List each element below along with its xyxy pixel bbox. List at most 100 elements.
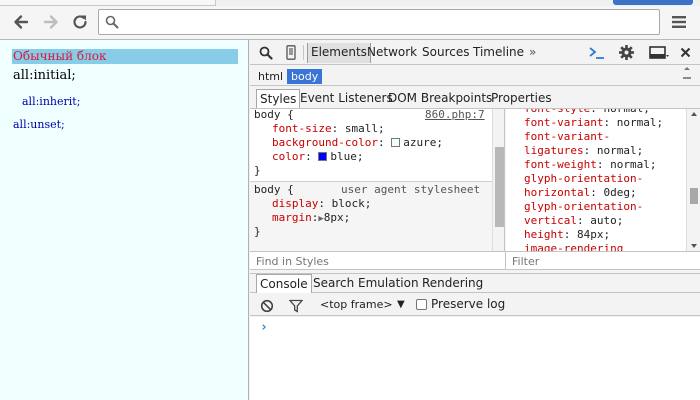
reload-button[interactable] [67, 9, 93, 35]
color-swatch[interactable] [391, 138, 401, 147]
search-icon [105, 15, 119, 32]
toolbar-separator [303, 45, 304, 60]
tab-styles[interactable]: Styles [256, 89, 301, 108]
back-button[interactable] [8, 9, 34, 35]
property-name: display [272, 197, 319, 210]
console-prompt-icon: › [260, 320, 268, 335]
tab-event-listeners[interactable]: Event Listeners [297, 89, 396, 108]
styles-scrollbar[interactable] [492, 109, 504, 251]
computed-property[interactable]: font-variant- [524, 130, 610, 144]
property-name: margin [272, 211, 312, 224]
forward-button[interactable] [38, 9, 64, 35]
frame-select[interactable]: <top frame> [320, 297, 393, 312]
tab-sources[interactable]: Sources [419, 43, 472, 63]
breadcrumb: html body [250, 66, 700, 86]
chevron-down-icon[interactable]: ▼ [397, 297, 405, 312]
scrollbar-thumb[interactable] [690, 188, 698, 204]
computed-property[interactable]: image-rendering [524, 242, 623, 251]
console-toolbar: <top frame> ▼ Preserve log [250, 294, 700, 316]
computed-property[interactable]: glyph-orientation- [524, 172, 643, 186]
device-mode-icon[interactable] [285, 44, 297, 61]
property-name: background-color [272, 136, 378, 149]
computed-property[interactable]: horizontal: 0deg; [524, 186, 637, 200]
computed-property[interactable]: height: 84px; [524, 228, 610, 242]
scroll-indicator-icon [683, 66, 691, 80]
gear-icon[interactable] [617, 44, 635, 61]
tab-network[interactable]: Network [364, 43, 420, 63]
property-value: normal; [616, 116, 664, 129]
property-value: 8px; [323, 211, 351, 224]
tab-dom-breakpoints[interactable]: DOM Breakpoints [385, 89, 495, 108]
console-drawer-icon[interactable] [587, 44, 607, 61]
property-value: 0deg; [603, 186, 637, 199]
address-bar[interactable] [98, 9, 660, 35]
tab-elements[interactable]: Elements [307, 43, 371, 63]
tab-properties[interactable]: Properties [488, 89, 555, 108]
computed-scrollbar[interactable] [686, 109, 700, 251]
filter-funnel-icon[interactable] [288, 297, 304, 314]
property-name: font-variant [524, 116, 604, 129]
property-name: height [524, 228, 564, 241]
scrollbar-thumb[interactable] [495, 147, 504, 227]
property-name: font-style [524, 109, 590, 115]
computed-property[interactable]: font-variant: normal; [524, 116, 663, 130]
devtools-panel: Elements Network Sources Timeline » html… [250, 40, 700, 400]
window-control-button[interactable] [613, 0, 693, 5]
tab-rendering[interactable]: Rendering [419, 274, 486, 293]
property-name: ligatures [524, 144, 584, 157]
preserve-log-label: Preserve log [431, 297, 506, 311]
property-value: small; [344, 122, 385, 135]
tab-emulation[interactable]: Emulation [355, 274, 422, 293]
property-value: normal; [596, 144, 644, 157]
close-icon[interactable] [678, 44, 692, 61]
find-in-styles-input[interactable] [256, 253, 498, 269]
preserve-log-checkbox[interactable] [416, 299, 427, 310]
page-viewport: Обычный блок all:initial; all:inherit; a… [0, 40, 249, 400]
scroll-arrows-icon [691, 112, 697, 248]
tab-console[interactable]: Console [256, 274, 312, 293]
rule-selector[interactable]: body { [254, 109, 294, 122]
property-value: 84px; [577, 228, 611, 241]
devtools-toolbar: Elements Network Sources Timeline » [250, 40, 700, 65]
rule-source-link[interactable]: 860.php:7 [425, 109, 485, 122]
computed-property[interactable]: glyph-orientation- [524, 200, 643, 214]
dock-side-icon[interactable] [648, 44, 670, 61]
computed-pane: font-style: normal;font-variant: normal;… [506, 109, 700, 251]
tab-timeline[interactable]: Timeline [470, 43, 527, 63]
property-name: font-size [272, 122, 332, 135]
color-swatch[interactable] [318, 152, 328, 161]
breadcrumb-body[interactable]: body [287, 69, 323, 84]
more-tabs-button[interactable]: » [526, 43, 539, 63]
forward-arrow-icon [43, 15, 58, 29]
rule-selector[interactable]: body { [254, 183, 294, 197]
style-property[interactable]: margin:▶8px; [272, 211, 350, 226]
style-property[interactable]: font-size: small; [272, 122, 385, 136]
clear-console-icon[interactable] [259, 297, 275, 314]
breadcrumb-html[interactable]: html [254, 69, 287, 84]
back-arrow-icon [14, 15, 29, 29]
computed-property[interactable]: vertical: auto; [524, 214, 623, 228]
browser-toolbar [0, 6, 700, 40]
property-name: font-variant- [524, 130, 611, 143]
computed-property[interactable]: font-style: normal; [524, 109, 650, 116]
style-property[interactable]: display: block; [272, 197, 371, 211]
all-inherit-block: all:inherit; [22, 95, 81, 108]
chrome-menu-button[interactable] [666, 9, 692, 35]
rule-close-brace: } [254, 164, 261, 177]
computed-filter-input[interactable] [512, 253, 692, 269]
sidebar-tabs: Styles Event Listeners DOM Breakpoints P… [250, 87, 700, 109]
property-name: glyph-orientation- [524, 200, 644, 213]
property-name: horizontal [524, 186, 591, 199]
console-output[interactable]: › [250, 317, 700, 400]
rule-close-brace: } [254, 225, 261, 238]
styles-pane: body { 860.php:7 font-size: small; backg… [250, 109, 505, 251]
style-property[interactable]: color: blue; [272, 150, 364, 164]
normal-block: Обычный блок [12, 49, 238, 64]
computed-property[interactable]: ligatures: normal; [524, 144, 643, 158]
inspect-search-icon[interactable] [258, 44, 274, 61]
drawer-tabs: Console Search Emulation Rendering [250, 273, 700, 293]
computed-property[interactable]: font-weight: normal; [524, 158, 656, 172]
style-property[interactable]: background-color: azure; [272, 136, 443, 150]
tab-search[interactable]: Search [310, 274, 357, 293]
all-initial-block: all:initial; [13, 68, 76, 83]
